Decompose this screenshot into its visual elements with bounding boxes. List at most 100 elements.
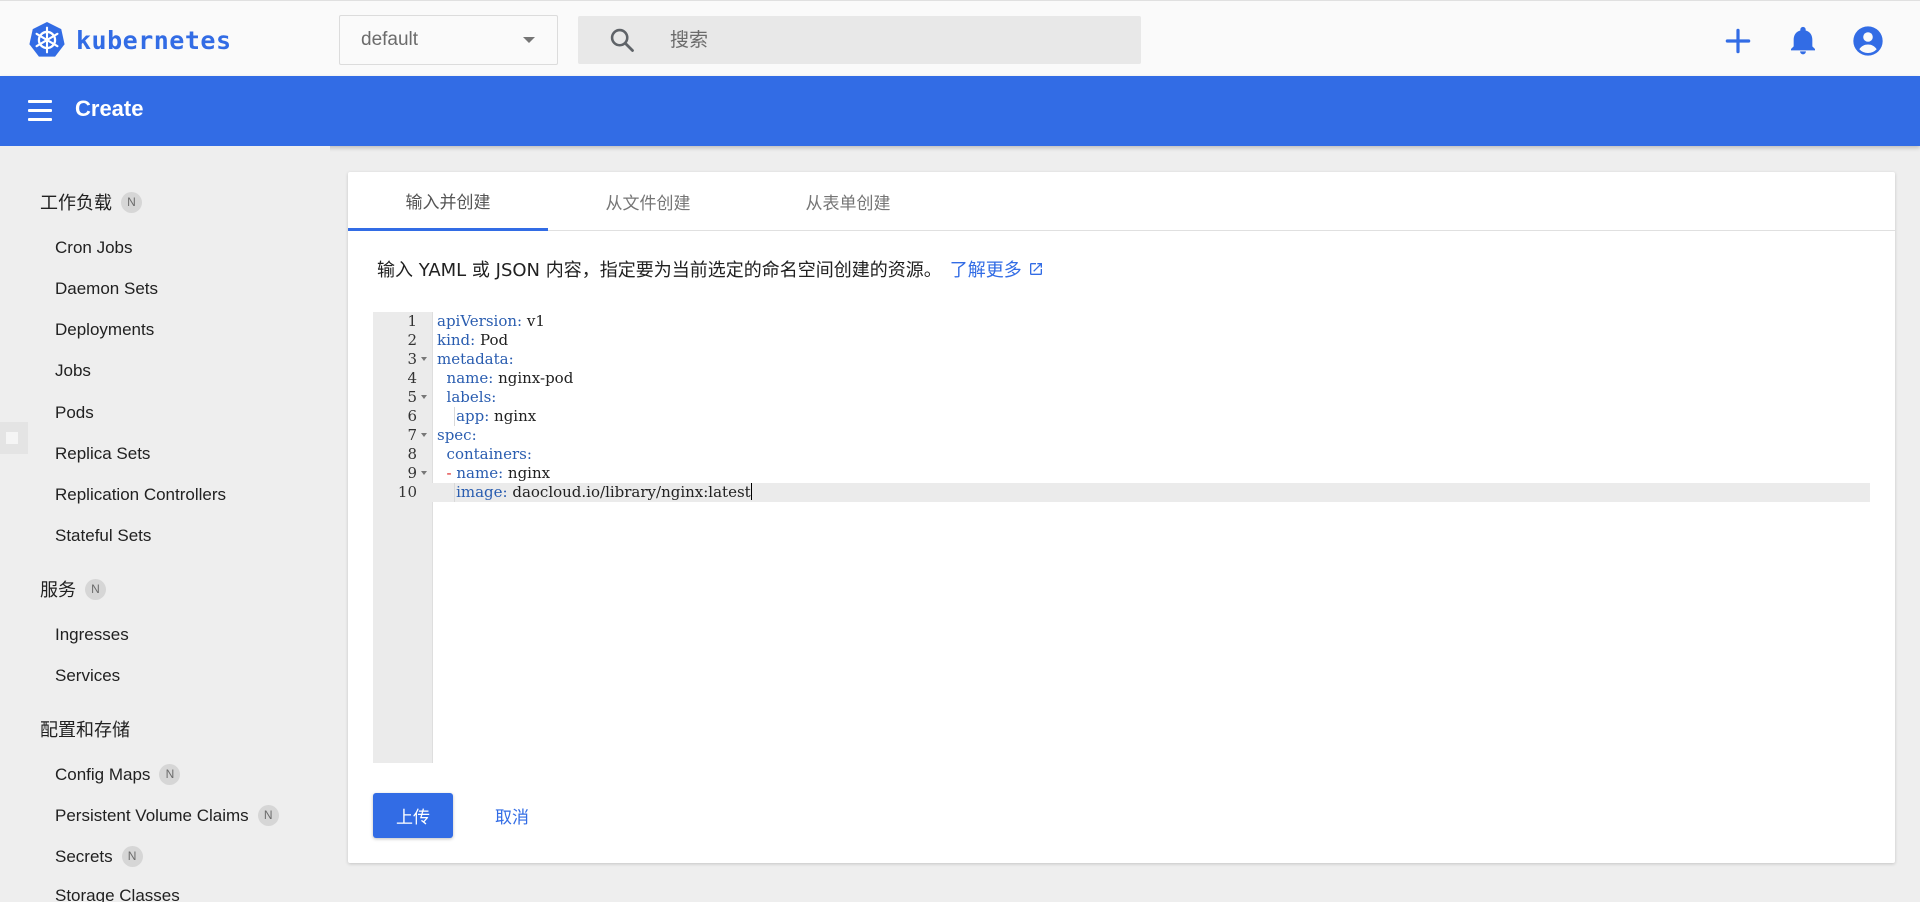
editor-line[interactable]: 10 image: daocloud.io/library/nginx:late… (373, 483, 1870, 502)
sidebar-item-stateful-sets[interactable]: Stateful Sets (55, 526, 151, 546)
sidebar-item-label: Services (55, 666, 121, 685)
sidebar-item-label: Persistent Volume Claims (55, 805, 249, 825)
editor-line[interactable]: 4 name: nginx-pod (373, 369, 1870, 388)
sidebar-item-cron-jobs[interactable]: Cron Jobs (55, 238, 132, 258)
sidebar-item-config-maps[interactable]: Config Maps N (55, 764, 181, 785)
code-value: daocloud.io/library/nginx:latest (507, 483, 751, 501)
line-number: 8 (407, 445, 417, 463)
line-number: 9 (407, 464, 417, 482)
line-number: 4 (407, 369, 417, 387)
sidebar-toggle-handle[interactable] (0, 422, 28, 454)
fold-arrow-icon[interactable] (421, 433, 427, 437)
kubernetes-helm-icon (29, 21, 65, 57)
learn-more-label: 了解更多 (949, 260, 1022, 281)
code-key: metadata: (437, 350, 514, 368)
sidebar-item-label: Stateful Sets (55, 526, 152, 545)
search-input[interactable] (670, 16, 1120, 64)
sidebar-section-config-storage[interactable]: 配置和存储 (40, 716, 130, 742)
sidebar-item-label: Ingresses (55, 625, 129, 644)
sidebar-item-label: Config Maps (55, 764, 151, 784)
sidebar-section-workloads[interactable]: 工作负载 N (40, 189, 142, 215)
sidebar-item-label: Jobs (55, 361, 91, 380)
code-key: app: (456, 407, 490, 425)
code-value: nginx-pod (493, 369, 574, 387)
open-in-new-icon (1029, 263, 1042, 275)
yaml-editor[interactable]: 1 apiVersion: v1 2 kind: Pod 3 metadata: 4 nam… (373, 312, 1870, 763)
sidebar-item-jobs[interactable]: Jobs (55, 361, 91, 381)
code-key: spec: (437, 426, 477, 444)
code-text: kind: Pod (437, 331, 508, 350)
section-label: 配置和存储 (40, 720, 130, 741)
editor-line[interactable]: 2 kind: Pod (373, 331, 1870, 350)
page-title: Create (75, 96, 144, 121)
dropdown-caret-icon (523, 37, 535, 43)
line-number: 2 (407, 331, 417, 349)
editor-line[interactable]: 3 metadata: (373, 350, 1870, 369)
code-text: app: nginx (437, 407, 536, 426)
sidebar-item-label: Cron Jobs (55, 238, 133, 257)
editor-line[interactable]: 5 labels: (373, 388, 1870, 407)
sidebar-item-secrets[interactable]: Secrets N (55, 846, 143, 867)
code-key: kind: (437, 331, 476, 349)
tab-create-from-file[interactable]: 从文件创建 (548, 172, 748, 231)
hamburger-menu-icon[interactable] (28, 100, 52, 122)
code-key: containers: (446, 445, 532, 463)
namespaced-badge: N (257, 805, 279, 826)
tab-create-from-form[interactable]: 从表单创建 (748, 172, 948, 231)
kubernetes-logo[interactable]: kubernetes (28, 21, 232, 59)
sidebar-item-services[interactable]: Services (55, 666, 120, 686)
editor-line[interactable]: 6 app: nginx (373, 407, 1870, 426)
description: 输入 YAML 或 JSON 内容，指定要为当前选定的命名空间创建的资源。 了解… (377, 256, 1044, 282)
sidebar: 工作负载 N Cron Jobs Daemon Sets Deployments… (0, 146, 330, 902)
sidebar-item-label: Replication Controllers (55, 485, 227, 504)
line-number: 5 (407, 388, 417, 406)
editor-line[interactable]: 7 spec: (373, 426, 1870, 445)
fold-arrow-icon[interactable] (421, 357, 427, 361)
sidebar-item-pods[interactable]: Pods (55, 403, 94, 423)
logo-text: kubernetes (76, 25, 232, 55)
top-bar: kubernetes default (0, 0, 1920, 76)
editor-line[interactable]: 9 - name: nginx (373, 464, 1870, 483)
sidebar-item-label: Deployments (55, 320, 155, 339)
fold-arrow-icon[interactable] (421, 471, 427, 475)
sidebar-item-label: Replica Sets (55, 444, 151, 463)
line-number: 7 (407, 426, 417, 444)
namespace-selected-value: default (361, 29, 419, 50)
account-circle-icon[interactable] (1852, 25, 1884, 57)
code-text: apiVersion: v1 (437, 312, 545, 331)
namespace-select[interactable]: default (339, 15, 558, 65)
line-number: 1 (407, 312, 417, 330)
sidebar-item-replica-sets[interactable]: Replica Sets (55, 444, 150, 464)
page-header: Create (0, 76, 1920, 146)
editor-line[interactable]: 1 apiVersion: v1 (373, 312, 1870, 331)
section-label: 服务 (40, 580, 76, 601)
sidebar-item-ingresses[interactable]: Ingresses (55, 625, 129, 645)
sidebar-item-replication-controllers[interactable]: Replication Controllers (55, 485, 226, 505)
cancel-button[interactable]: 取消 (472, 793, 552, 838)
search-icon[interactable] (608, 26, 636, 54)
code-key: name: (446, 369, 494, 387)
create-card: 输入并创建 从文件创建 从表单创建 输入 YAML 或 JSON 内容，指定要为… (348, 172, 1895, 863)
sidebar-item-label: Secrets (55, 846, 113, 866)
code-value: Pod (475, 331, 509, 349)
search-bar[interactable] (578, 16, 1141, 64)
tab-create-from-input[interactable]: 输入并创建 (348, 172, 548, 231)
namespaced-badge: N (121, 846, 143, 867)
sidebar-section-service[interactable]: 服务 N (40, 576, 106, 602)
add-icon[interactable] (1722, 25, 1754, 57)
learn-more-link[interactable]: 了解更多 (950, 256, 1044, 282)
sidebar-item-persistent-volume-claims[interactable]: Persistent Volume Claims N (55, 805, 279, 826)
code-value: nginx (489, 407, 537, 425)
bell-icon[interactable] (1787, 25, 1819, 57)
namespaced-badge: N (159, 764, 181, 785)
sidebar-item-deployments[interactable]: Deployments (55, 320, 154, 340)
sidebar-item-daemon-sets[interactable]: Daemon Sets (55, 279, 158, 299)
editor-line[interactable]: 8 containers: (373, 445, 1870, 464)
fold-arrow-icon[interactable] (421, 395, 427, 399)
sidebar-item-storage-classes[interactable]: Storage Classes (55, 886, 180, 902)
code-text: name: nginx-pod (437, 369, 574, 388)
upload-button[interactable]: 上传 (373, 793, 453, 838)
